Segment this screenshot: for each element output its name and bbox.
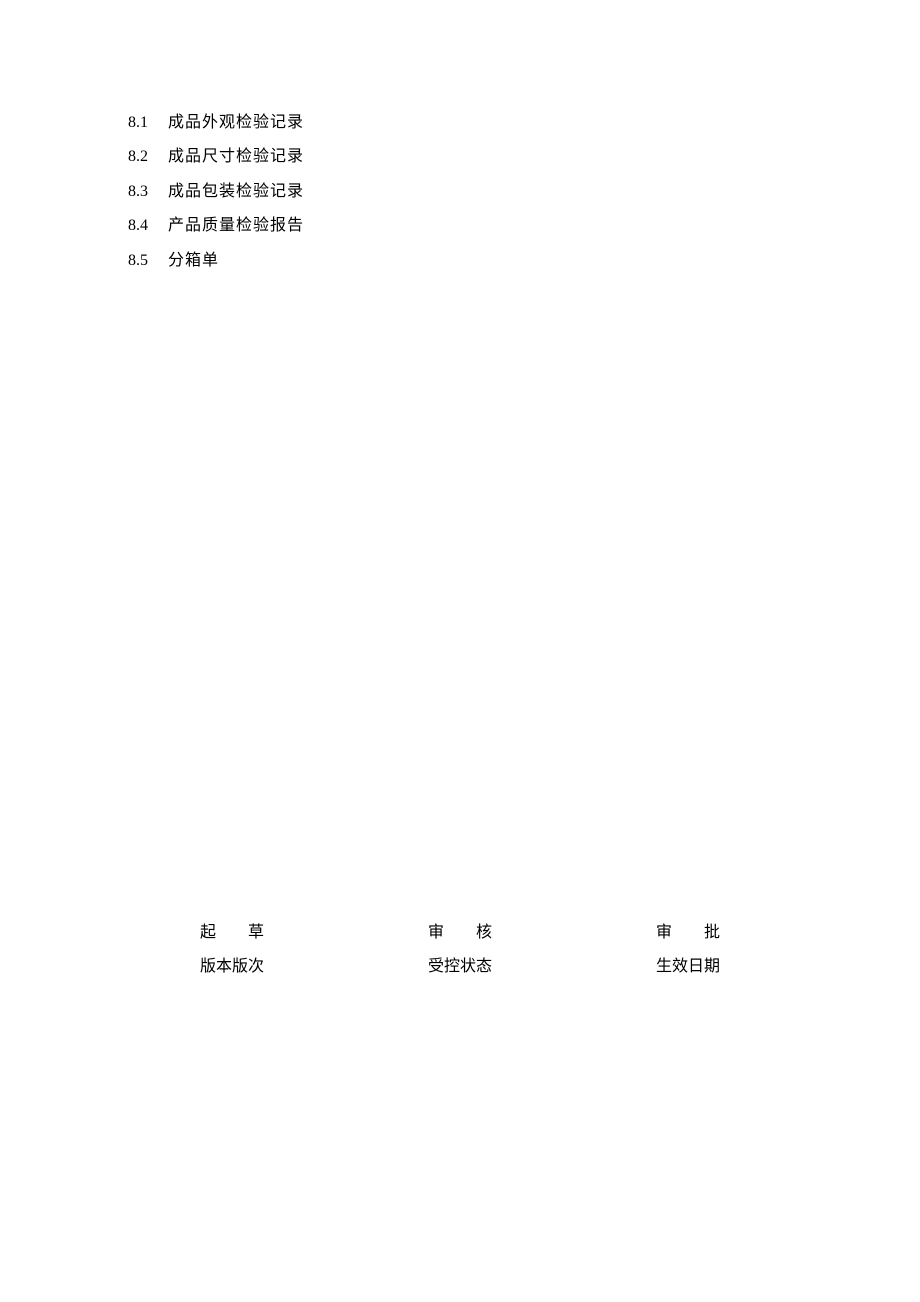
list-item: 8.2 成品尺寸检验记录: [128, 146, 304, 168]
item-text: 分箱单: [168, 250, 219, 272]
footer-cell-controlled: 受控状态: [428, 952, 492, 976]
footer-cell-approve: 审 批: [656, 918, 720, 942]
footer-cell-version: 版本版次: [200, 952, 264, 976]
list-item: 8.1 成品外观检验记录: [128, 112, 304, 134]
footer-row-1: 起 草 审 核 审 批: [0, 918, 920, 942]
item-text: 产品质量检验报告: [168, 215, 304, 237]
item-number: 8.2: [128, 146, 168, 168]
footer-cell-review: 审 核: [428, 918, 492, 942]
list-item: 8.5 分箱单: [128, 250, 304, 272]
list-item: 8.3 成品包装检验记录: [128, 181, 304, 203]
item-number: 8.4: [128, 215, 168, 237]
item-number: 8.5: [128, 250, 168, 272]
footer-cell-draft: 起 草: [200, 918, 264, 942]
item-text: 成品包装检验记录: [168, 181, 304, 203]
item-number: 8.1: [128, 112, 168, 134]
footer-block: 起 草 审 核 审 批 版本版次 受控状态 生效日期: [0, 918, 920, 986]
list-item: 8.4 产品质量检验报告: [128, 215, 304, 237]
item-number: 8.3: [128, 181, 168, 203]
content-list: 8.1 成品外观检验记录 8.2 成品尺寸检验记录 8.3 成品包装检验记录 8…: [128, 112, 304, 284]
footer-cell-effective: 生效日期: [656, 952, 720, 976]
item-text: 成品尺寸检验记录: [168, 146, 304, 168]
item-text: 成品外观检验记录: [168, 112, 304, 134]
footer-row-2: 版本版次 受控状态 生效日期: [0, 952, 920, 976]
